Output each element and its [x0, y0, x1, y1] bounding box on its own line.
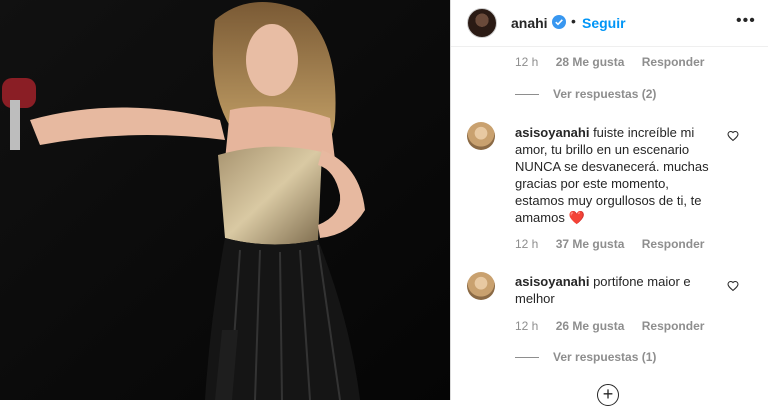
comment-line: NUNCA se desvanecerá. muchas — [515, 159, 709, 174]
separator-dot: • — [571, 13, 576, 29]
header-username[interactable]: anahi — [511, 15, 548, 31]
reply-button[interactable]: Responder — [642, 319, 705, 333]
follow-button[interactable]: Seguir — [582, 15, 626, 31]
comment-likes[interactable]: 37 Me gusta — [556, 237, 625, 251]
comment-line: estamos muy orgullosos de ti, te — [515, 193, 702, 208]
post-photo[interactable] — [0, 0, 450, 400]
plus-circle-icon[interactable]: + — [597, 384, 619, 406]
more-options-icon[interactable]: ••• — [736, 12, 756, 30]
replies-divider — [515, 357, 539, 359]
comment-meta: 12 h 28 Me gusta Responder — [515, 55, 718, 69]
view-replies-label: Ver respuestas (2) — [553, 87, 657, 101]
avatar[interactable] — [467, 8, 497, 38]
like-heart-icon[interactable] — [727, 130, 739, 142]
reply-button[interactable]: Responder — [642, 237, 705, 251]
comment-time[interactable]: 12 h — [515, 319, 538, 333]
view-replies-button[interactable]: Ver respuestas (2) — [515, 87, 656, 101]
post-header: anahi • Seguir ••• — [451, 0, 768, 47]
comment-line: amamos — [515, 210, 565, 225]
heart-emoji: ❤️ — [568, 210, 585, 225]
comment-time[interactable]: 12 h — [515, 55, 538, 69]
comment-likes[interactable]: 28 Me gusta — [556, 55, 625, 69]
post-image — [0, 0, 450, 400]
replies-divider — [515, 94, 539, 96]
comment-line: portifone maior e — [593, 274, 691, 289]
comment-line: fuiste increíble mi — [593, 125, 695, 140]
comment-line: gracias por este momento, — [515, 176, 669, 191]
reply-button[interactable]: Responder — [642, 55, 705, 69]
view-replies-button[interactable]: Ver respuestas (1) — [515, 350, 656, 364]
comment-username[interactable]: asisoyanahi — [515, 274, 589, 289]
comment-body: asisoyanahi portifone maior e melhor — [515, 273, 740, 307]
comments-panel: anahi • Seguir ••• 12 h 28 Me gusta Resp… — [450, 0, 768, 406]
verified-badge-icon — [552, 15, 566, 29]
view-replies-label: Ver respuestas (1) — [553, 350, 657, 364]
comment-username[interactable]: asisoyanahi — [515, 125, 589, 140]
comment-line: amor, tu brillo en un escenario — [515, 142, 690, 157]
comment-likes[interactable]: 26 Me gusta — [556, 319, 625, 333]
like-heart-icon[interactable] — [727, 280, 739, 292]
comment-line: melhor — [515, 291, 555, 306]
comment-body: asisoyanahi fuiste increíble mi amor, tu… — [515, 124, 740, 226]
comment-time[interactable]: 12 h — [515, 237, 538, 251]
avatar[interactable] — [467, 122, 495, 150]
comment-meta: 12 h 26 Me gusta Responder — [515, 319, 718, 333]
comment-meta: 12 h 37 Me gusta Responder — [515, 237, 718, 251]
avatar[interactable] — [467, 272, 495, 300]
